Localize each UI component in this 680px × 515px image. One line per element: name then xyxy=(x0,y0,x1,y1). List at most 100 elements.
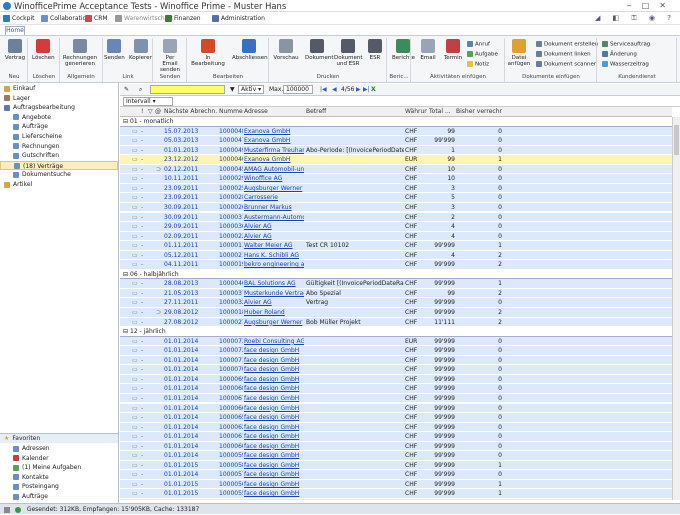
table-cell[interactable]: Alvier AG xyxy=(244,223,304,230)
excel-export-icon[interactable]: X xyxy=(371,86,376,93)
max-records-select[interactable]: 100000 ▾ xyxy=(283,85,313,101)
table-row[interactable]: ▭- 21.05.2013 1000037Musterkunde VertragAb… xyxy=(120,288,672,299)
vorschau-button[interactable]: Vorschau xyxy=(273,39,299,61)
group-row[interactable]: 01 - monatlich ⊟ xyxy=(120,117,672,127)
table-row[interactable]: ▭- 01.01.2014 1000068face design GmbH CHF 99… xyxy=(120,384,672,394)
window-controls[interactable]: ‒□✕ xyxy=(627,1,676,10)
aufgabe-button[interactable]: Aufgabe xyxy=(467,51,498,58)
table-row[interactable]: ▭- 01.01.2014 1000065face design GmbH CHF 99… xyxy=(120,413,672,423)
table-row[interactable]: ▭- 01.01.2014 1000060face design GmbH CHF 99… xyxy=(120,441,672,452)
sidebar-item-article[interactable]: Artikel xyxy=(0,180,118,189)
sidebar-item-invoice[interactable]: Rechnungen xyxy=(0,142,118,151)
table-cell[interactable]: Musterfirma Treuhand xyxy=(244,147,304,154)
änderung-button[interactable]: Änderung xyxy=(602,51,637,58)
sidebar-item-credit-note[interactable]: Gutschriften xyxy=(0,151,118,160)
column-header[interactable]: Betreff xyxy=(306,108,404,115)
filter-funnel-icon[interactable]: ▼ xyxy=(230,86,235,93)
table-cell[interactable]: face design GmbH xyxy=(244,376,304,383)
serviceauftrag-button[interactable]: Serviceauftrag xyxy=(602,41,650,48)
email-button[interactable]: Email xyxy=(418,39,438,61)
table-row[interactable]: ▭- 01.01.2014 1000073Roebi Consulting AG EU… xyxy=(120,336,672,347)
table-cell[interactable]: face design GmbH xyxy=(244,424,304,431)
column-header[interactable]: Bisher verrechnet xyxy=(456,108,502,115)
table-cell[interactable]: Huber Roland xyxy=(244,309,304,316)
filter-column-icon[interactable]: ▽ xyxy=(148,108,153,115)
table-row[interactable]: ▭- 01.01.2014 1000069face design GmbH CHF 99… xyxy=(120,374,672,385)
sidebar-item-purchase[interactable]: Einkauf xyxy=(0,84,118,93)
table-cell[interactable]: AMAG Automobil-un... xyxy=(244,166,304,173)
table-row[interactable]: ▭- 01.01.2015 1000058face design GmbH CHF 99… xyxy=(120,460,672,471)
datei-anfügen-button[interactable]: Datei anfügen xyxy=(507,39,531,67)
table-row[interactable]: ▭- 01.11.2011 1000011Walter Meier AGTest C… xyxy=(120,241,672,251)
table-cell[interactable]: BAL Solutions AG xyxy=(244,280,304,287)
dokument-erstellen-button[interactable]: Dokument erstellen xyxy=(536,41,598,48)
group-row[interactable]: 06 - halbjährlich ⊟ xyxy=(120,269,672,280)
column-header[interactable]: Adresse xyxy=(244,108,304,115)
table-row[interactable]: ▭- 29.09.2011 1000030Alvier AG CHF 4 0 xyxy=(120,222,672,232)
flag-column-header[interactable]: ! xyxy=(141,108,143,115)
table-row[interactable]: ▭- ⊃02.12.2011 1000045AMAG Automobil-un...… xyxy=(120,164,672,175)
vertrag-button[interactable]: Vertrag xyxy=(4,39,26,61)
favorite-item-calendar[interactable]: Kalender xyxy=(0,454,118,463)
dokument-linken-button[interactable]: Dokument linken xyxy=(536,51,591,58)
group-row[interactable]: 12 - jährlich ⊟ xyxy=(120,327,672,337)
table-cell[interactable]: Exanova GmbH xyxy=(244,137,304,144)
favorite-item-address[interactable]: Adressen xyxy=(0,444,118,453)
menu-finance[interactable]: Finanzen xyxy=(165,15,201,22)
column-header[interactable]: Währung xyxy=(405,108,427,115)
table-cell[interactable]: Alvier AG xyxy=(244,233,304,240)
table-cell[interactable]: Carrosserie xyxy=(244,194,304,201)
table-row[interactable]: ▭- 01.01.2015 1000055face design GmbH CHF 99… xyxy=(120,489,672,499)
search-icon[interactable]: ⌕ xyxy=(139,86,142,94)
table-cell[interactable]: face design GmbH xyxy=(244,452,304,459)
table-cell[interactable]: face design GmbH xyxy=(244,433,304,440)
dokument-und-esr-button[interactable]: Dokument und ESR xyxy=(334,39,363,67)
next-page-icon[interactable]: ▶ xyxy=(356,86,361,93)
table-row[interactable]: ▭- 01.01.2014 1000070face design GmbH CHF 99… xyxy=(120,365,672,375)
table-row[interactable]: ▭- 30.09.2011 1000026Brunner Markus CHF 3 0 xyxy=(120,202,672,213)
termin-button[interactable]: Termin xyxy=(442,39,464,61)
löschen-button[interactable]: Löschen xyxy=(32,39,55,61)
table-row[interactable]: ▭- 01.01.2015 1000056face design GmbH CHF 99… xyxy=(120,479,672,490)
column-header[interactable]: Nächste Abrechn. xyxy=(164,108,218,115)
table-cell[interactable]: face design GmbH xyxy=(244,462,304,469)
table-row[interactable]: ▭- 01.01.2014 1000061face design GmbH CHF 99… xyxy=(120,432,672,442)
status-filter-select[interactable]: Aktiv ▾ xyxy=(238,85,264,94)
sidebar-item-offer[interactable]: Angebote xyxy=(0,113,118,122)
table-row[interactable]: ▭- 05.03.2013 1000047Exanova GmbH CHF 99'999… xyxy=(120,136,672,146)
in-bearbeitung-button[interactable]: In Bearbeitung xyxy=(190,39,226,67)
table-row[interactable]: ▭- 15.07.2013 1000048Exanova GmbH CHF 99 0 xyxy=(120,126,672,137)
table-cell[interactable]: face design GmbH xyxy=(244,395,304,402)
attachment-column-icon[interactable]: @ xyxy=(155,108,161,115)
table-cell[interactable]: Exanova GmbH xyxy=(244,128,304,135)
collapse-icon[interactable]: ⊟ xyxy=(123,118,128,125)
table-cell[interactable]: Alvier AG xyxy=(244,299,304,306)
table-row[interactable]: ▭- 01.01.2014 1000071face design GmbH CHF 99… xyxy=(120,355,672,366)
menu-crm[interactable]: CRM xyxy=(85,15,108,22)
table-cell[interactable]: face design GmbH xyxy=(244,405,304,412)
menu-cockpit[interactable]: Cockpit xyxy=(3,15,34,22)
table-cell[interactable]: Augsburger Werner xyxy=(244,185,304,192)
table-cell[interactable]: face design GmbH xyxy=(244,366,304,373)
table-cell[interactable]: face design GmbH xyxy=(244,385,304,392)
pencil-icon[interactable]: ✎ xyxy=(124,86,129,93)
table-row[interactable]: ▭- 30.09.2011 1000031Austermann-Automob...… xyxy=(120,212,672,223)
favorite-item-tasks[interactable]: (1) Meine Aufgaben xyxy=(0,463,118,472)
sidebar-item-warehouse[interactable]: Lager xyxy=(0,94,118,103)
table-row[interactable]: ▭- 10.11.2011 1000029Winoffice AG CHF 10 0 xyxy=(120,174,672,184)
vertical-scrollbar[interactable] xyxy=(672,117,680,500)
favorite-item-order[interactable]: Aufträge xyxy=(0,492,118,501)
dokument-scannen-button[interactable]: Dokument scannen xyxy=(536,61,597,68)
table-row[interactable]: ▭- 23.09.2011 1000025Augsburger Werner CHF 3… xyxy=(120,183,672,194)
table-row[interactable]: ▭- 01.01.2014 1000059face design GmbH CHF 99… xyxy=(120,451,672,461)
abschliessen-button[interactable]: Abschliessen xyxy=(232,39,268,61)
table-row[interactable]: ▭- 01.01.2014 1000062face design GmbH CHF 99… xyxy=(120,422,672,433)
table-row[interactable]: ▭- 05.12.2011 1000021Hans K. Schibli AG CHF… xyxy=(120,250,672,261)
table-row[interactable]: ▭- 01.01.2014 1000066face design GmbH CHF 99… xyxy=(120,403,672,414)
favorites-header[interactable]: ★ Favoriten xyxy=(0,433,118,443)
table-cell[interactable]: face design GmbH xyxy=(244,414,304,421)
menu-collaboration[interactable]: Collaboration xyxy=(41,15,90,22)
table-cell[interactable]: bekro engineering ag xyxy=(244,261,304,268)
table-row[interactable]: ▭-01.01.20141000054face design GmbHCHF99… xyxy=(120,499,672,500)
table-row[interactable]: ▭- 01.01.2013 1000049Musterfirma TreuhandA… xyxy=(120,145,672,156)
